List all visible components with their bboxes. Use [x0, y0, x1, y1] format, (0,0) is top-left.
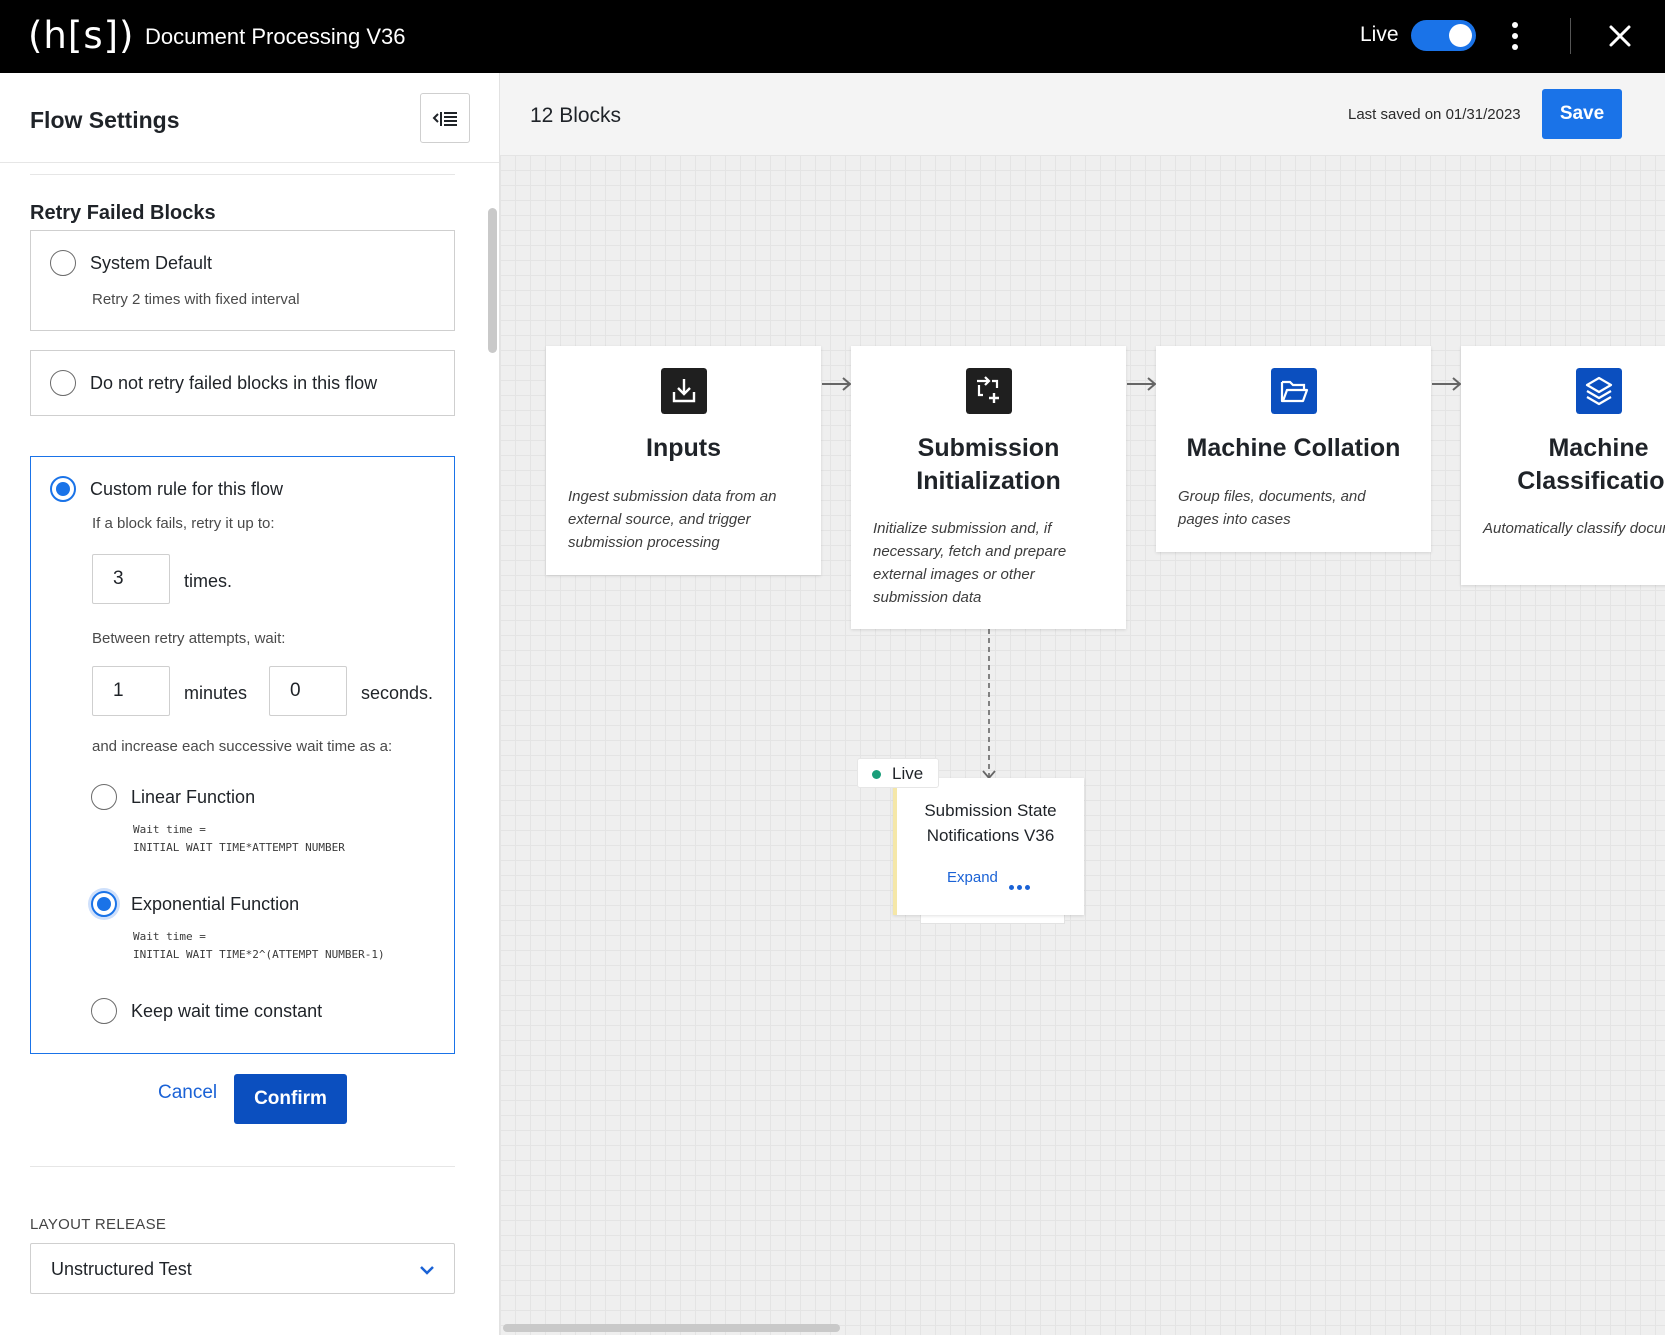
times-unit: times. [184, 571, 233, 591]
retry-times-input[interactable]: 3 [92, 554, 170, 604]
top-divider [1570, 18, 1571, 54]
radio-constant-wait[interactable] [91, 998, 117, 1024]
blocks-count: 12 Blocks [530, 104, 622, 127]
save-button[interactable]: Save [1542, 89, 1622, 139]
flow-settings-panel: Flow Settings Retry Failed Blocks System… [0, 73, 500, 1335]
flow-block-submission-initialization[interactable]: Submission Initialization Initialize sub… [851, 346, 1126, 629]
live-toggle-label: Live [1360, 23, 1399, 46]
option-label: Do not retry failed blocks in this flow [90, 373, 378, 393]
block-title: Machine Collation [1186, 434, 1401, 462]
top-bar: (h[s]) Document Processing V36 Live [0, 0, 1665, 73]
subflow-title-line-2: Notifications V36 [926, 826, 1055, 845]
increase-prompt: and increase each successive wait time a… [92, 738, 393, 755]
expand-link[interactable]: Expand [947, 868, 998, 888]
option-custom-rule[interactable]: Custom rule for this flow If a block fai… [30, 456, 455, 1054]
app-logo: (h[s]) [28, 14, 135, 57]
status-dot [872, 770, 881, 779]
transform-add-icon [965, 368, 1012, 414]
block-title-line-1: Machine [1548, 434, 1649, 462]
retry-prompt: If a block fails, retry it up to: [92, 515, 275, 532]
wait-minutes-input[interactable]: 1 [92, 666, 170, 716]
canvas-toolbar: 12 Blocks Last saved on 01/31/2023 Save [500, 73, 1665, 155]
radio-linear-function[interactable] [91, 784, 117, 810]
option-system-default[interactable]: System Default Retry 2 times with fixed … [30, 230, 455, 331]
more-options-icon[interactable] [1505, 22, 1525, 52]
toggle-knob [1449, 24, 1472, 47]
dashed-connector [982, 629, 996, 780]
flow-canvas[interactable]: Inputs Ingest submission data from an ex… [500, 155, 1665, 1335]
option-label: System Default [90, 253, 213, 273]
radio-exponential-function[interactable] [91, 891, 117, 917]
seconds-unit: seconds. [361, 683, 434, 703]
constant-wait-label: Keep wait time constant [131, 1001, 323, 1021]
linear-formula-line-1: Wait time = [133, 823, 206, 836]
flow-block-machine-classification[interactable]: Machine Classification Automatically cla… [1461, 346, 1665, 585]
panel-header: Flow Settings [0, 73, 499, 163]
wait-prompt: Between retry attempts, wait: [92, 630, 286, 647]
radio-system-default[interactable] [50, 250, 76, 276]
layers-icon [1575, 368, 1622, 414]
flow-block-machine-collation[interactable]: Machine Collation Group files, documents… [1156, 346, 1431, 552]
flow-arrow [1127, 377, 1157, 391]
block-description: Ingest submission data from an external … [568, 488, 777, 551]
option-label: Custom rule for this flow [90, 479, 284, 499]
ellipsis-icon[interactable] [1009, 877, 1033, 895]
block-description: Initialize submission and, if necessary,… [873, 520, 1067, 606]
status-text: Live [892, 764, 924, 783]
cancel-button[interactable]: Cancel [158, 1081, 217, 1105]
status-badge: Live [857, 758, 939, 788]
flow-block-inputs[interactable]: Inputs Ingest submission data from an ex… [546, 346, 821, 575]
app-title: Document Processing V36 [145, 24, 406, 49]
download-icon [660, 368, 707, 414]
linear-function-label: Linear Function [131, 787, 256, 807]
panel-scrollbar-thumb[interactable] [488, 208, 497, 353]
block-title-line-2: Initialization [916, 467, 1061, 495]
confirm-button[interactable]: Confirm [234, 1074, 347, 1124]
wait-seconds-input[interactable]: 0 [269, 666, 347, 716]
layout-release-value: Unstructured Test [51, 1259, 192, 1279]
last-saved-text: Last saved on 01/31/2023 [1348, 106, 1521, 123]
live-toggle[interactable] [1411, 20, 1476, 51]
subflow-block[interactable]: Submission State Notifications V36 Expan… [893, 778, 1084, 915]
panel-title: Flow Settings [30, 107, 180, 133]
exponential-formula-line-2: INITIAL WAIT TIME*2^(ATTEMPT NUMBER-1) [133, 948, 385, 961]
linear-formula-line-2: INITIAL WAIT TIME*ATTEMPT NUMBER [133, 841, 345, 854]
block-title-line-2: Classification [1517, 467, 1665, 495]
divider [30, 1166, 455, 1167]
exponential-formula-line-1: Wait time = [133, 930, 206, 943]
option-no-retry[interactable]: Do not retry failed blocks in this flow [30, 350, 455, 416]
block-description: Automatically classify documents [1483, 520, 1665, 537]
close-icon[interactable] [1606, 22, 1634, 50]
layout-release-label: LAYOUT RELEASE [30, 1216, 167, 1233]
flow-arrow [822, 377, 852, 391]
block-title: Inputs [646, 434, 721, 462]
collapse-panel-button[interactable] [420, 93, 470, 143]
subflow-title-line-1: Submission State [924, 801, 1057, 820]
exponential-function-label: Exponential Function [131, 894, 300, 914]
divider [30, 174, 455, 175]
radio-no-retry[interactable] [50, 370, 76, 396]
folder-open-icon [1270, 368, 1317, 414]
block-description: Group files, documents, and pages into c… [1178, 488, 1366, 528]
flow-arrow [1432, 377, 1462, 391]
collapse-panel-icon [432, 112, 457, 126]
chevron-down-icon [420, 1266, 434, 1275]
radio-custom-rule[interactable] [50, 476, 76, 502]
canvas-horizontal-scrollbar[interactable] [503, 1324, 840, 1332]
section-title: Retry Failed Blocks [30, 202, 216, 224]
layout-release-select[interactable]: Unstructured Test [30, 1243, 455, 1294]
option-description: Retry 2 times with fixed interval [92, 291, 300, 308]
block-title-line-1: Submission [917, 434, 1060, 462]
minutes-unit: minutes [184, 683, 248, 703]
